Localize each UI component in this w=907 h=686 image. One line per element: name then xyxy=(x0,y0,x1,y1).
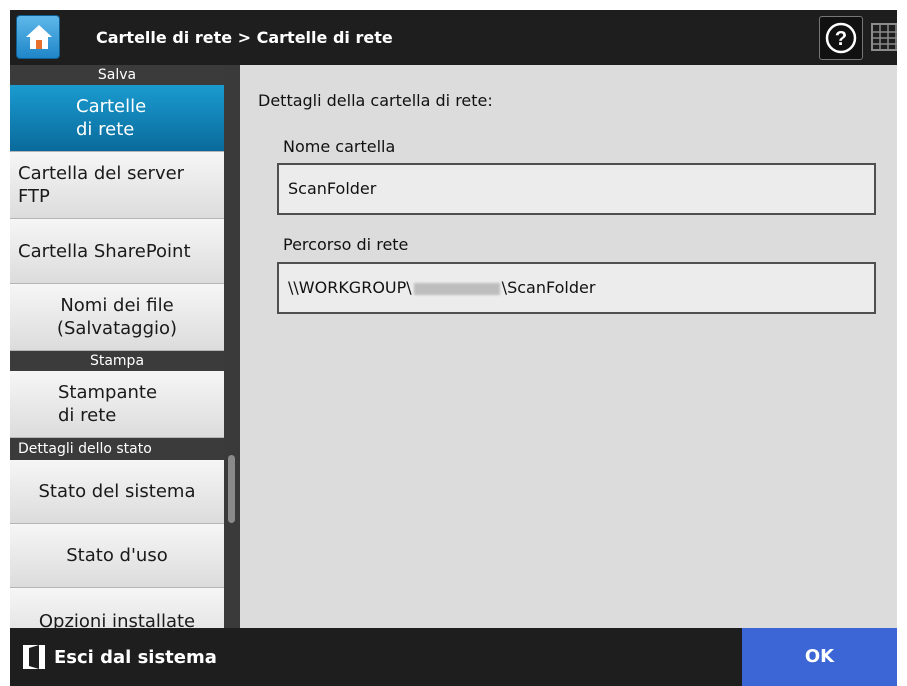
network-path-field: \\WORKGROUP\ \ScanFolder xyxy=(277,262,876,314)
help-button[interactable]: ? xyxy=(819,16,863,60)
sidebar-item-label: di rete xyxy=(58,405,117,426)
sidebar-item-label: Stato d'uso xyxy=(66,545,168,566)
sidebar-item-label: Cartella del server xyxy=(18,163,185,184)
sidebar-item-ftp[interactable]: Cartella del server FTP xyxy=(10,152,224,219)
sidebar: Salva Cartelle di rete Cartella del serv… xyxy=(10,65,224,628)
folder-name-field: ScanFolder xyxy=(277,163,876,215)
keyboard-icon xyxy=(871,23,897,51)
redacted-hostname xyxy=(413,282,500,295)
folder-name-value: ScanFolder xyxy=(288,179,377,198)
section-header-stampa: Stampa xyxy=(10,351,224,371)
main-panel: Dettagli della cartella di rete: Nome ca… xyxy=(240,65,897,628)
sidebar-item-sharepoint[interactable]: Cartella SharePoint xyxy=(10,219,224,284)
section-header-stato: Dettagli dello stato xyxy=(10,438,224,460)
sidebar-item-stato-uso[interactable]: Stato d'uso xyxy=(10,524,224,588)
sidebar-item-label: Nomi dei file xyxy=(60,295,174,316)
sidebar-item-label: FTP xyxy=(18,186,50,207)
sidebar-item-label: (Salvataggio) xyxy=(56,318,178,339)
logout-label: Esci dal sistema xyxy=(54,646,217,668)
sidebar-item-opzioni[interactable]: Opzioni installate xyxy=(10,588,224,628)
ok-button[interactable]: OK xyxy=(742,628,897,686)
logout-icon xyxy=(23,645,45,669)
sidebar-item-nomi-file[interactable]: Nomi dei file (Salvataggio) xyxy=(10,284,224,351)
home-icon xyxy=(26,25,52,49)
keyboard-button[interactable] xyxy=(870,18,897,58)
svg-text:?: ? xyxy=(835,28,847,50)
sidebar-item-label: Cartella SharePoint xyxy=(18,240,191,262)
network-path-label: Percorso di rete xyxy=(283,235,409,254)
folder-name-label: Nome cartella xyxy=(283,137,396,156)
breadcrumb: Cartelle di rete > Cartelle di rete xyxy=(96,28,393,47)
network-path-prefix: \\WORKGROUP\ xyxy=(288,278,412,297)
sidebar-item-label: Opzioni installate xyxy=(38,611,196,628)
sidebar-item-cartelle-di-rete[interactable]: Cartelle di rete xyxy=(10,85,224,152)
sidebar-item-label: Stato del sistema xyxy=(38,481,196,502)
scrollbar-thumb[interactable] xyxy=(228,455,235,523)
sidebar-item-label: di rete xyxy=(76,119,135,140)
sidebar-item-stato-sistema[interactable]: Stato del sistema xyxy=(10,460,224,524)
help-icon: ? xyxy=(825,22,857,54)
footer-bar: Esci dal sistema OK xyxy=(10,628,897,686)
home-button[interactable] xyxy=(16,15,60,59)
network-path-suffix: \ScanFolder xyxy=(501,278,596,297)
sidebar-item-label: Cartelle xyxy=(76,96,147,117)
sidebar-item-stampante[interactable]: Stampante di rete xyxy=(10,371,224,438)
section-header-salva: Salva xyxy=(10,65,224,85)
sidebar-item-label: Stampante xyxy=(58,382,158,403)
sidebar-scrollbar[interactable] xyxy=(224,65,240,628)
header-bar: Cartelle di rete > Cartelle di rete ? xyxy=(10,10,897,65)
section-title: Dettagli della cartella di rete: xyxy=(258,91,493,110)
logout-button[interactable]: Esci dal sistema xyxy=(10,628,217,686)
